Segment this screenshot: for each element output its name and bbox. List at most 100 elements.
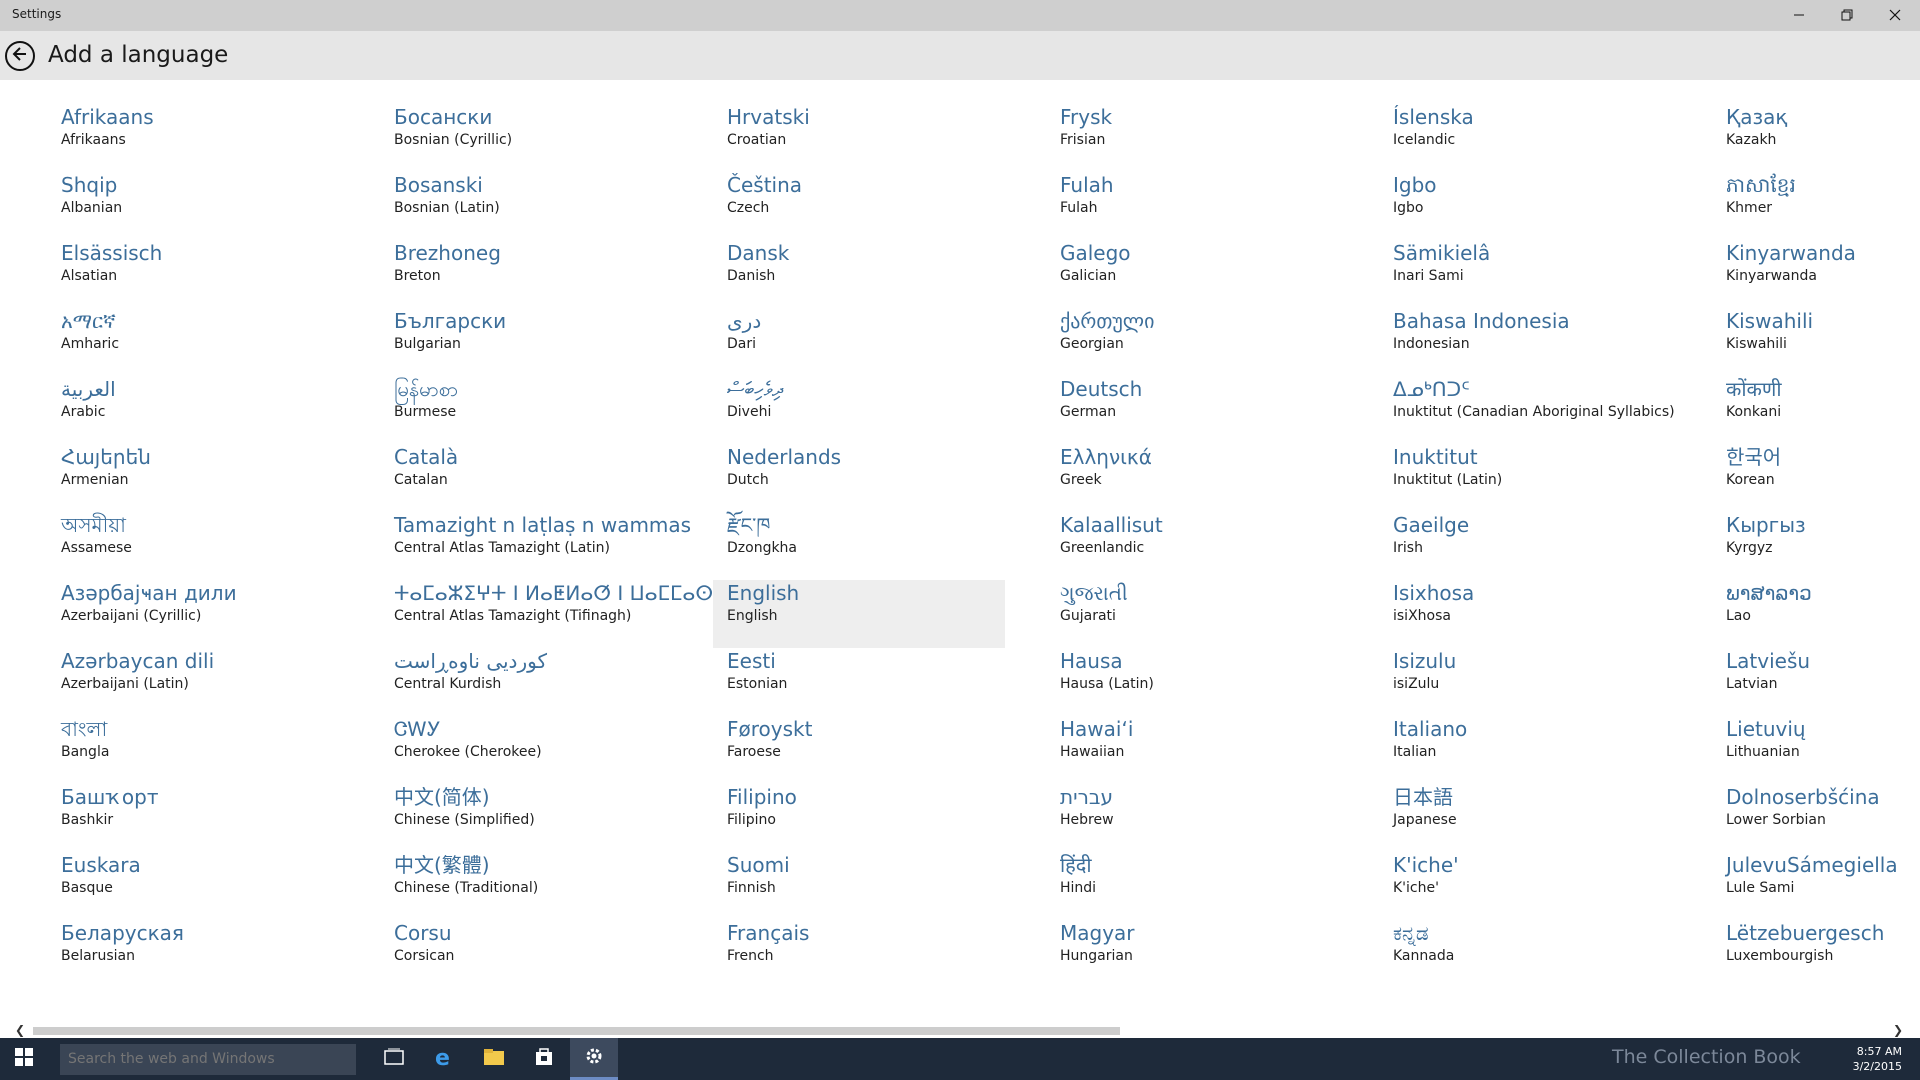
language-item[interactable]: Hrvatski Croatian bbox=[713, 104, 1005, 172]
language-item[interactable]: K'iche' K'iche' bbox=[1379, 852, 1671, 920]
language-item[interactable]: Hausa Hausa (Latin) bbox=[1046, 648, 1338, 716]
language-english-name: Lao bbox=[1726, 608, 1751, 624]
language-item[interactable]: ᐃᓄᒃᑎᑐᑦ Inuktitut (Canadian Aboriginal Syl… bbox=[1379, 376, 1675, 444]
language-item[interactable]: Latviešu Latvian bbox=[1712, 648, 1920, 716]
language-item[interactable]: Gaeilge Irish bbox=[1379, 512, 1671, 580]
language-item[interactable]: Kiswahili Kiswahili bbox=[1712, 308, 1920, 376]
language-item[interactable]: Igbo Igbo bbox=[1379, 172, 1671, 240]
language-item[interactable]: Ελληνικά Greek bbox=[1046, 444, 1338, 512]
language-item[interactable]: Fulah Fulah bbox=[1046, 172, 1338, 240]
language-item[interactable]: Sämikielâ Inari Sami bbox=[1379, 240, 1671, 308]
language-item[interactable]: Tamazight n laṭlaṣ n wammas Central Atlas… bbox=[380, 512, 691, 580]
chevron-left-icon[interactable]: ❮ bbox=[10, 1022, 30, 1038]
language-item[interactable]: ᏣᎳᎩ Cherokee (Cherokee) bbox=[380, 716, 672, 784]
language-english-name: Corsican bbox=[394, 948, 455, 964]
language-item[interactable]: Íslenska Icelandic bbox=[1379, 104, 1671, 172]
language-item[interactable]: Brezhoneg Breton bbox=[380, 240, 672, 308]
language-item[interactable]: 日本語 Japanese bbox=[1379, 784, 1671, 852]
language-item[interactable]: Corsu Corsican bbox=[380, 920, 672, 988]
language-item[interactable]: Lëtzebuergesch Luxembourgish bbox=[1712, 920, 1920, 988]
language-item[interactable]: Босански Bosnian (Cyrillic) bbox=[380, 104, 672, 172]
language-item[interactable]: Nederlands Dutch bbox=[713, 444, 1005, 512]
language-item[interactable]: ⵜⴰⵎⴰⵣⵉⵖⵜ ⵏ ⵍⴰⵟⵍⴰⵚ ⵏ ⵡⴰⵎⵎⴰⵙ Central Atlas … bbox=[380, 580, 713, 648]
language-item[interactable]: Suomi Finnish bbox=[713, 852, 1005, 920]
language-item[interactable]: हिंदी Hindi bbox=[1046, 852, 1338, 920]
language-item[interactable]: Čeština Czech bbox=[713, 172, 1005, 240]
chevron-right-icon[interactable]: ❯ bbox=[1888, 1022, 1908, 1038]
minimize-button[interactable] bbox=[1776, 0, 1822, 31]
horizontal-scrollbar[interactable]: ❮ ❯ bbox=[0, 1022, 1920, 1038]
language-item[interactable]: ພາສາລາວ Lao bbox=[1712, 580, 1920, 648]
language-item[interactable]: Bosanski Bosnian (Latin) bbox=[380, 172, 672, 240]
language-item[interactable]: Elsässisch Alsatian bbox=[47, 240, 339, 308]
language-item[interactable]: Euskara Basque bbox=[47, 852, 339, 920]
language-item[interactable]: English English bbox=[713, 580, 1005, 648]
language-item[interactable]: ქართული Georgian bbox=[1046, 308, 1338, 376]
language-item[interactable]: Eesti Estonian bbox=[713, 648, 1005, 716]
language-item[interactable]: অসমীয়া Assamese bbox=[47, 512, 339, 580]
language-item[interactable]: درى Dari bbox=[713, 308, 1005, 376]
language-item[interactable]: עברית Hebrew bbox=[1046, 784, 1338, 852]
language-item[interactable]: Башҡорт Bashkir bbox=[47, 784, 339, 852]
language-item[interactable]: Dansk Danish bbox=[713, 240, 1005, 308]
store-button[interactable] bbox=[520, 1038, 568, 1080]
language-item[interactable]: Беларуская Belarusian bbox=[47, 920, 339, 988]
language-item[interactable]: Afrikaans Afrikaans bbox=[47, 104, 339, 172]
language-item[interactable]: Lietuvių Lithuanian bbox=[1712, 716, 1920, 784]
language-item[interactable]: Isizulu isiZulu bbox=[1379, 648, 1671, 716]
language-item[interactable]: कोंकणी Konkani bbox=[1712, 376, 1920, 444]
task-view-button[interactable] bbox=[370, 1038, 418, 1080]
settings-app-button[interactable] bbox=[570, 1038, 618, 1080]
language-item[interactable]: বাংলা Bangla bbox=[47, 716, 339, 784]
scrollbar-thumb[interactable] bbox=[33, 1027, 1120, 1035]
language-item[interactable]: Deutsch German bbox=[1046, 376, 1338, 444]
language-item[interactable]: Català Catalan bbox=[380, 444, 672, 512]
internet-explorer-button[interactable]: e bbox=[420, 1038, 468, 1080]
language-item[interactable]: မြန်မာစာ Burmese bbox=[380, 376, 672, 444]
language-item[interactable]: Dolnoserbšćina Lower Sorbian bbox=[1712, 784, 1920, 852]
language-native-name: Čeština bbox=[727, 173, 803, 197]
language-item[interactable]: Magyar Hungarian bbox=[1046, 920, 1338, 988]
language-item[interactable]: Galego Galician bbox=[1046, 240, 1338, 308]
start-button[interactable] bbox=[0, 1038, 48, 1080]
language-native-name: Føroyskt bbox=[727, 717, 813, 741]
restore-button[interactable] bbox=[1824, 0, 1870, 31]
close-button[interactable] bbox=[1872, 0, 1918, 31]
language-item[interactable]: کوردیی ناوەڕاست Central Kurdish bbox=[380, 648, 672, 716]
language-item[interactable]: JulevuSámegiella Lule Sami bbox=[1712, 852, 1920, 920]
language-item[interactable]: Kalaallisut Greenlandic bbox=[1046, 512, 1338, 580]
language-item[interactable]: རྫོང་ཁ Dzongkha bbox=[713, 512, 1005, 580]
language-item[interactable]: Italiano Italian bbox=[1379, 716, 1671, 784]
language-item[interactable]: Azərbaycan dili Azerbaijani (Latin) bbox=[47, 648, 339, 716]
language-native-name: کوردیی ناوەڕاست bbox=[394, 649, 547, 673]
language-item[interactable]: Қазақ Kazakh bbox=[1712, 104, 1920, 172]
language-item[interactable]: 中文(简体) Chinese (Simplified) bbox=[380, 784, 672, 852]
taskbar-search-input[interactable] bbox=[60, 1044, 356, 1075]
language-item[interactable]: ދިވެހިބަސް Divehi bbox=[713, 376, 1005, 444]
language-item[interactable]: Filipino Filipino bbox=[713, 784, 1005, 852]
language-item[interactable]: ಕನ್ನಡ Kannada bbox=[1379, 920, 1671, 988]
language-item[interactable]: Азәрбајҹан дили Azerbaijani (Cyrillic) bbox=[47, 580, 339, 648]
language-column: Босански Bosnian (Cyrillic) Bosanski Bosnia… bbox=[394, 104, 727, 988]
back-button[interactable] bbox=[5, 41, 35, 71]
language-item[interactable]: Кыргыз Kyrgyz bbox=[1712, 512, 1920, 580]
language-item[interactable]: Български Bulgarian bbox=[380, 308, 672, 376]
language-item[interactable]: Հայերեն Armenian bbox=[47, 444, 339, 512]
language-item[interactable]: Bahasa Indonesia Indonesian bbox=[1379, 308, 1671, 376]
language-item[interactable]: አማርኛ Amharic bbox=[47, 308, 339, 376]
language-item[interactable]: Kinyarwanda Kinyarwanda bbox=[1712, 240, 1920, 308]
language-item[interactable]: Inuktitut Inuktitut (Latin) bbox=[1379, 444, 1671, 512]
language-item[interactable]: Frysk Frisian bbox=[1046, 104, 1338, 172]
file-explorer-button[interactable] bbox=[470, 1038, 518, 1080]
language-item[interactable]: ភាសាខ្មែរ Khmer bbox=[1712, 172, 1920, 240]
language-item[interactable]: Hawaiʻi Hawaiian bbox=[1046, 716, 1338, 784]
language-item[interactable]: العربية Arabic bbox=[47, 376, 339, 444]
clock[interactable]: 8:57 AM 3/2/2015 bbox=[1853, 1044, 1902, 1074]
language-item[interactable]: ગુજરાતી Gujarati bbox=[1046, 580, 1338, 648]
language-item[interactable]: Isixhosa isiXhosa bbox=[1379, 580, 1671, 648]
language-item[interactable]: Français French bbox=[713, 920, 1005, 988]
language-item[interactable]: Føroyskt Faroese bbox=[713, 716, 1005, 784]
language-item[interactable]: Shqip Albanian bbox=[47, 172, 339, 240]
language-item[interactable]: 中文(繁體) Chinese (Traditional) bbox=[380, 852, 672, 920]
language-item[interactable]: 한국어 Korean bbox=[1712, 444, 1920, 512]
